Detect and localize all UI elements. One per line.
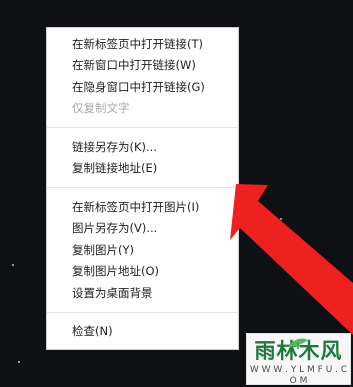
menu-item-label: 在新窗口中打开链接(W) xyxy=(72,58,196,73)
menu-group-link-actions: 链接另存为(K)... 复制链接地址(E) xyxy=(47,134,238,181)
watermark-url: W W W . Y L M F U . C O M xyxy=(249,365,348,386)
menu-group-image-actions: 在新标签页中打开图片(I) 图片另存为(V)... 复制图片(Y) 复制图片地址… xyxy=(47,194,238,306)
menu-item-label: 仅复制文字 xyxy=(72,101,130,116)
background-star xyxy=(18,361,20,363)
menu-separator xyxy=(47,187,238,188)
menu-item-label: 链接另存为(K)... xyxy=(72,139,157,154)
menu-item-open-link-incognito[interactable]: 在隐身窗口中打开链接(G) xyxy=(47,76,238,98)
menu-item-set-desktop-background[interactable]: 设置为桌面背景 xyxy=(47,282,238,304)
background-star xyxy=(12,264,14,266)
menu-item-inspect[interactable]: 检查(N) xyxy=(47,321,238,343)
background-star xyxy=(320,302,322,304)
menu-item-label: 复制链接地址(E) xyxy=(72,161,158,176)
menu-separator xyxy=(47,311,238,313)
menu-item-label: 复制图片地址(O) xyxy=(72,264,160,279)
menu-item-copy-text-only: 仅复制文字 xyxy=(47,98,238,120)
menu-item-open-image-new-tab[interactable]: 在新标签页中打开图片(I) xyxy=(47,196,238,218)
leaf-icon xyxy=(288,338,308,349)
menu-separator xyxy=(47,127,238,128)
menu-item-copy-link-address[interactable]: 复制链接地址(E) xyxy=(47,158,238,180)
menu-item-copy-image-address[interactable]: 复制图片地址(O) xyxy=(47,261,238,283)
menu-item-label: 复制图片(Y) xyxy=(72,242,134,257)
menu-group-devtools: 检查(N) xyxy=(47,319,238,345)
background-star xyxy=(280,218,282,220)
menu-item-open-link-new-tab[interactable]: 在新标签页中打开链接(T) xyxy=(47,33,238,55)
menu-item-label: 检查(N) xyxy=(72,324,113,339)
context-menu: 在新标签页中打开链接(T) 在新窗口中打开链接(W) 在隐身窗口中打开链接(G)… xyxy=(46,27,239,350)
menu-item-label: 在新标签页中打开链接(T) xyxy=(72,36,203,51)
menu-item-copy-image[interactable]: 复制图片(Y) xyxy=(47,239,238,261)
menu-item-open-link-new-window[interactable]: 在新窗口中打开链接(W) xyxy=(47,55,238,77)
menu-group-link-open: 在新标签页中打开链接(T) 在新窗口中打开链接(W) 在隐身窗口中打开链接(G)… xyxy=(47,31,238,121)
menu-item-save-image-as[interactable]: 图片另存为(V)... xyxy=(47,218,238,240)
menu-item-label: 在隐身窗口中打开链接(G) xyxy=(72,79,205,94)
menu-item-label: 设置为桌面背景 xyxy=(72,285,153,300)
menu-item-save-link-as[interactable]: 链接另存为(K)... xyxy=(47,136,238,158)
menu-item-label: 在新标签页中打开图片(I) xyxy=(72,199,200,214)
watermark: 雨林木风 W W W . Y L M F U . C O M xyxy=(246,333,351,386)
red-arrow-shape xyxy=(230,184,353,335)
menu-item-label: 图片另存为(V)... xyxy=(72,221,158,236)
